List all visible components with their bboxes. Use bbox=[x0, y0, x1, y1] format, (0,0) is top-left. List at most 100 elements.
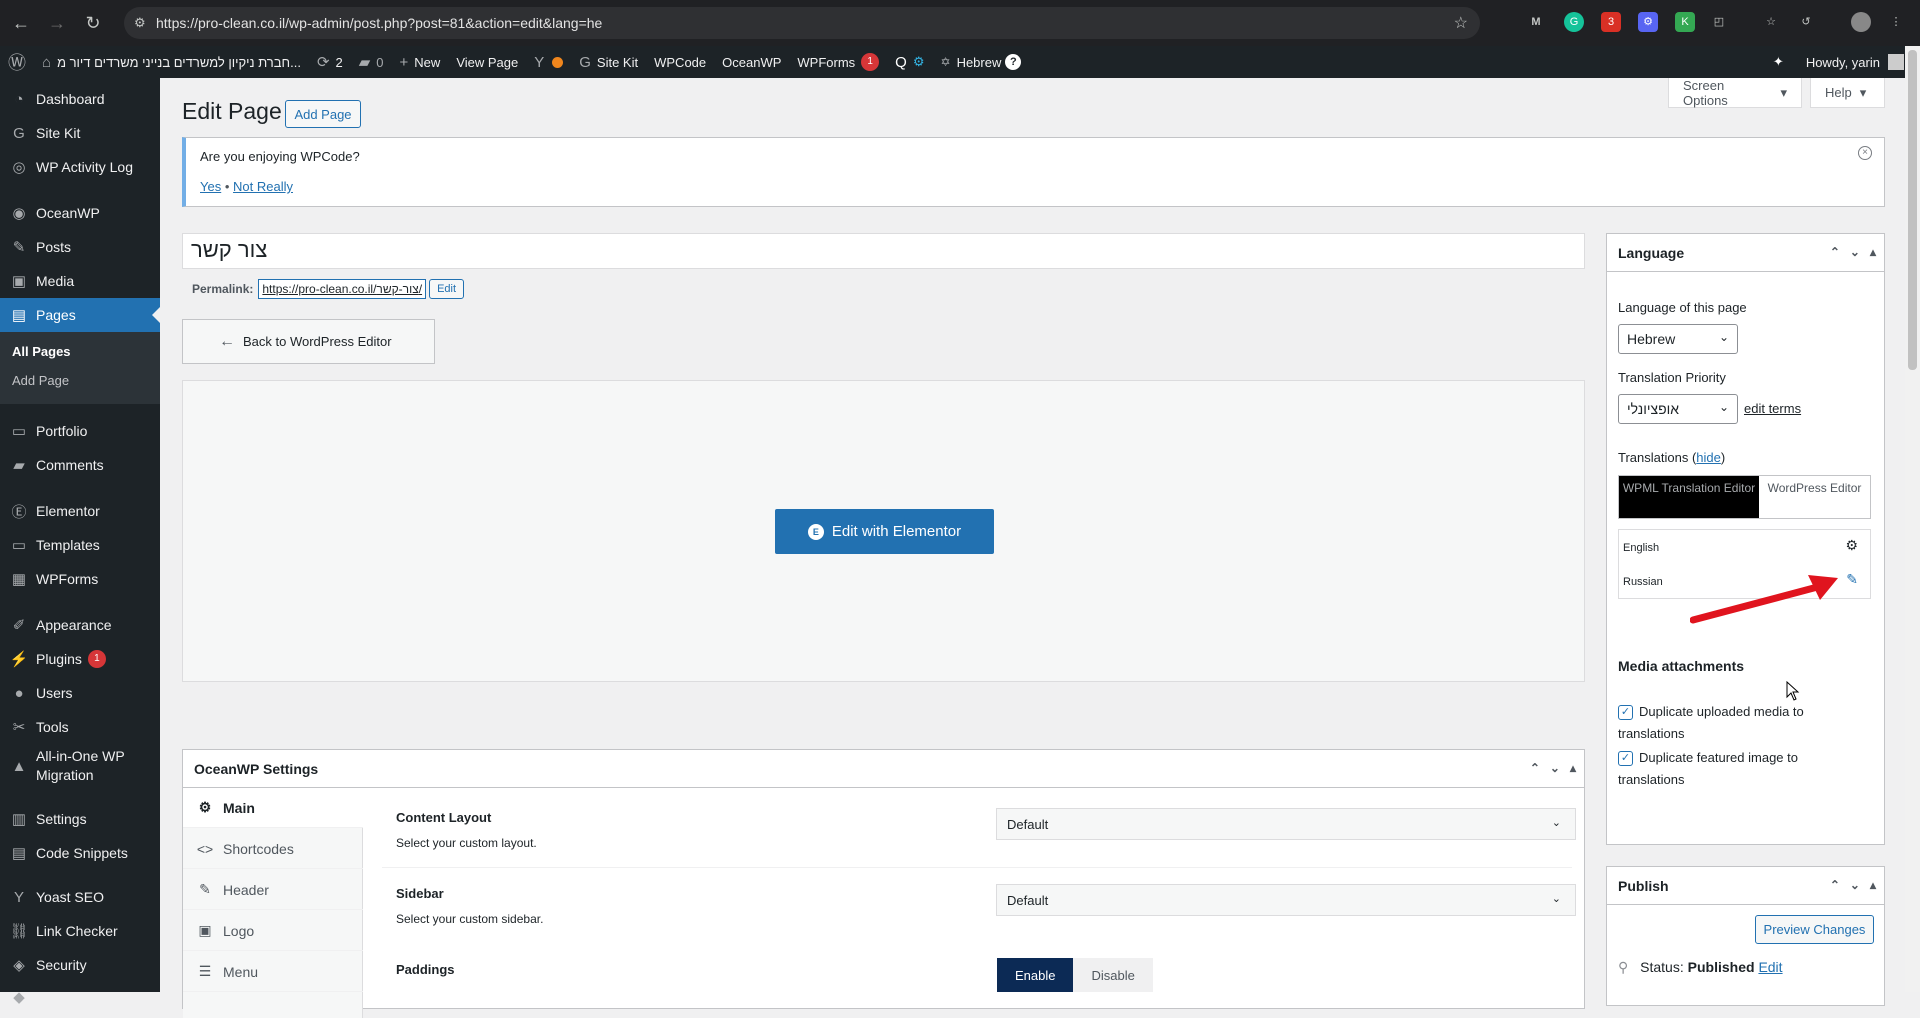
forward-arrow-icon[interactable]: → bbox=[42, 13, 72, 34]
sidebar-item-templates[interactable]: ▭ Templates bbox=[0, 528, 160, 562]
post-title-input[interactable]: צור קשר bbox=[182, 233, 1585, 269]
sidebar-item-oceanwp[interactable]: ◉ OceanWP bbox=[0, 196, 160, 230]
sidebar-item-plugins[interactable]: ⚡ Plugins 1 bbox=[0, 642, 160, 676]
notice-not-really-link[interactable]: Not Really bbox=[233, 179, 293, 194]
site-name-link[interactable]: ⌂ חברת ניקיון למשרדים בנייני משרדים דיור … bbox=[34, 46, 309, 78]
sidebar-item-all-in-one-wp[interactable]: ▲ All-in-One WP Migration bbox=[0, 744, 160, 788]
new-content-link[interactable]: + New bbox=[392, 46, 449, 78]
duplicate-media-option[interactable]: ✓ Duplicate uploaded media to translation… bbox=[1618, 701, 1868, 745]
tab-wordpress-editor[interactable]: WordPress Editor bbox=[1759, 476, 1870, 518]
move-down-icon[interactable]: ⌄ bbox=[1850, 878, 1860, 892]
view-page-link[interactable]: View Page bbox=[448, 46, 526, 78]
sidebar-item-link-checker[interactable]: ⛓ Link Checker bbox=[0, 914, 160, 948]
tab-wpml-translation-editor[interactable]: WPML Translation Editor bbox=[1619, 476, 1759, 518]
bookmarks-icon[interactable]: ☆ bbox=[1761, 12, 1781, 32]
bookmark-star-icon[interactable]: ☆ bbox=[1454, 13, 1468, 33]
add-page-button[interactable]: Add Page bbox=[285, 100, 361, 128]
grammarly-icon[interactable]: G bbox=[1564, 12, 1584, 32]
move-down-icon[interactable]: ⌄ bbox=[1550, 761, 1560, 775]
extension-gear-icon[interactable]: ⚙ bbox=[1638, 12, 1658, 32]
gear-icon[interactable]: ⚙ bbox=[1845, 537, 1858, 554]
sidebar-item-users[interactable]: ● Users bbox=[0, 676, 160, 710]
sidebar-item-elementor[interactable]: Ⓔ Elementor bbox=[0, 494, 160, 528]
status-edit-link[interactable]: Edit bbox=[1758, 959, 1782, 975]
disable-button[interactable]: Disable bbox=[1073, 958, 1153, 992]
sidebar-item-tools[interactable]: ✂ Tools bbox=[0, 710, 160, 744]
permalink-url[interactable]: https://pro-clean.co.il/צור-קשר/ bbox=[258, 279, 427, 299]
close-icon[interactable]: × bbox=[1858, 146, 1872, 160]
sidebar-item-wpforms[interactable]: ▦ WPForms bbox=[0, 562, 160, 596]
toggle-panel-icon[interactable]: ▴ bbox=[1870, 878, 1876, 892]
wordpress-logo-icon[interactable]: Ⓦ bbox=[0, 46, 34, 78]
edit-terms-link[interactable]: edit terms bbox=[1744, 401, 1801, 416]
submenu-add-page[interactable]: Add Page bbox=[12, 373, 69, 388]
enable-button[interactable]: Enable bbox=[997, 958, 1074, 992]
permalink-edit-button[interactable]: Edit bbox=[429, 279, 465, 299]
scrollbar-thumb[interactable] bbox=[1908, 50, 1917, 370]
language-switcher[interactable]: ✡ Hebrew? bbox=[933, 46, 1030, 78]
duplicate-media-checkbox[interactable]: ✓ bbox=[1618, 705, 1633, 721]
duplicate-featured-option[interactable]: ✓ Duplicate featured image to translation… bbox=[1618, 747, 1868, 791]
updates-link[interactable]: ⟳ 2 bbox=[309, 46, 351, 78]
address-bar[interactable]: ⚙ https://pro-clean.co.il/wp-admin/post.… bbox=[124, 7, 1480, 39]
profile-avatar[interactable] bbox=[1851, 12, 1871, 32]
extension-k-icon[interactable]: K bbox=[1675, 12, 1695, 32]
submenu-all-pages[interactable]: All Pages bbox=[12, 344, 71, 359]
language-select[interactable]: Hebrew ⌄ bbox=[1618, 324, 1738, 354]
sidebar-item-code-snippets[interactable]: ▤ Code Snippets bbox=[0, 836, 160, 870]
sidebar-item-pages[interactable]: ▤ Pages bbox=[0, 298, 160, 332]
tab-menu[interactable]: ☰ Menu bbox=[183, 952, 363, 992]
move-up-icon[interactable]: ⌃ bbox=[1530, 761, 1540, 775]
tab-shortcodes[interactable]: <> Shortcodes bbox=[183, 829, 363, 869]
screen-options-button[interactable]: Screen Options ▾ bbox=[1668, 78, 1802, 108]
tab-main[interactable]: ⚙ Main bbox=[183, 788, 363, 828]
extension-m-icon[interactable]: M bbox=[1526, 12, 1546, 32]
sidebar-item-media[interactable]: ▣ Media bbox=[0, 264, 160, 298]
edit-with-elementor-button[interactable]: E Edit with Elementor bbox=[775, 509, 994, 554]
sidebar-item-yoast-seo[interactable]: Y Yoast SEO bbox=[0, 880, 160, 914]
page-scrollbar[interactable] bbox=[1905, 46, 1920, 992]
account-menu[interactable]: ✦ Howdy, yarin bbox=[1773, 46, 1904, 78]
back-arrow-icon[interactable]: ← bbox=[6, 13, 36, 34]
reload-icon[interactable]: ↻ bbox=[78, 13, 108, 34]
sidebar-item-dashboard[interactable]: ◔ Dashboard bbox=[0, 82, 160, 116]
extension-badge-icon[interactable]: 3 bbox=[1601, 12, 1621, 32]
help-button[interactable]: Help ▾ bbox=[1810, 78, 1885, 108]
back-to-wordpress-editor-button[interactable]: ← Back to WordPress Editor bbox=[182, 319, 435, 364]
sidebar-item-litespeed-cache[interactable]: ◆ LiteSpeed Cache bbox=[0, 980, 160, 1014]
history-icon[interactable]: ↺ bbox=[1796, 12, 1816, 32]
site-info-icon[interactable]: ⚙ bbox=[134, 15, 146, 31]
extensions-puzzle-icon[interactable]: ◰ bbox=[1709, 12, 1729, 32]
wpml-link[interactable]: Q ⚙ bbox=[887, 46, 932, 78]
translation-priority-select[interactable]: אופציונלי ⌄ bbox=[1618, 394, 1738, 424]
sidebar-select[interactable]: Default ⌄ bbox=[996, 884, 1576, 916]
sidebar-item-site-kit[interactable]: G Site Kit bbox=[0, 116, 160, 150]
wpforms-link[interactable]: WPForms 1 bbox=[789, 46, 887, 78]
ai-sparkle-icon[interactable]: ✦ bbox=[1773, 54, 1784, 70]
sidebar-item-wp-activity-log[interactable]: ◎ WP Activity Log bbox=[0, 150, 160, 184]
move-up-icon[interactable]: ⌃ bbox=[1830, 878, 1840, 892]
tab-header[interactable]: ✎ Header bbox=[183, 870, 363, 910]
sidebar-item-portfolio[interactable]: ▭ Portfolio bbox=[0, 414, 160, 448]
sidebar-item-settings[interactable]: ▥ Settings bbox=[0, 802, 160, 836]
sidebar-item-security[interactable]: ◈ Security bbox=[0, 948, 160, 982]
sidebar-item-comments[interactable]: ▰ Comments bbox=[0, 448, 160, 482]
tab-logo[interactable]: ▣ Logo bbox=[183, 911, 363, 951]
preview-changes-button[interactable]: Preview Changes bbox=[1755, 915, 1874, 944]
browser-menu-icon[interactable]: ⋮ bbox=[1886, 12, 1906, 32]
content-layout-select[interactable]: Default ⌄ bbox=[996, 808, 1576, 840]
oceanwp-link[interactable]: OceanWP bbox=[714, 46, 789, 78]
site-kit-link[interactable]: G Site Kit bbox=[571, 46, 646, 78]
move-down-icon[interactable]: ⌄ bbox=[1850, 245, 1860, 259]
notice-yes-link[interactable]: Yes bbox=[200, 179, 221, 194]
toggle-panel-icon[interactable]: ▴ bbox=[1870, 245, 1876, 259]
duplicate-featured-checkbox[interactable]: ✓ bbox=[1618, 751, 1633, 767]
toggle-panel-icon[interactable]: ▴ bbox=[1570, 761, 1576, 775]
wpcode-link[interactable]: WPCode bbox=[646, 46, 714, 78]
sidebar-item-posts[interactable]: ✎ Posts bbox=[0, 230, 160, 264]
hide-translations-link[interactable]: hide bbox=[1696, 450, 1721, 465]
yoast-link[interactable]: Y bbox=[526, 46, 571, 78]
comments-link[interactable]: ▰ 0 bbox=[351, 46, 392, 78]
move-up-icon[interactable]: ⌃ bbox=[1830, 245, 1840, 259]
pencil-icon[interactable]: ✎ bbox=[1846, 571, 1858, 588]
